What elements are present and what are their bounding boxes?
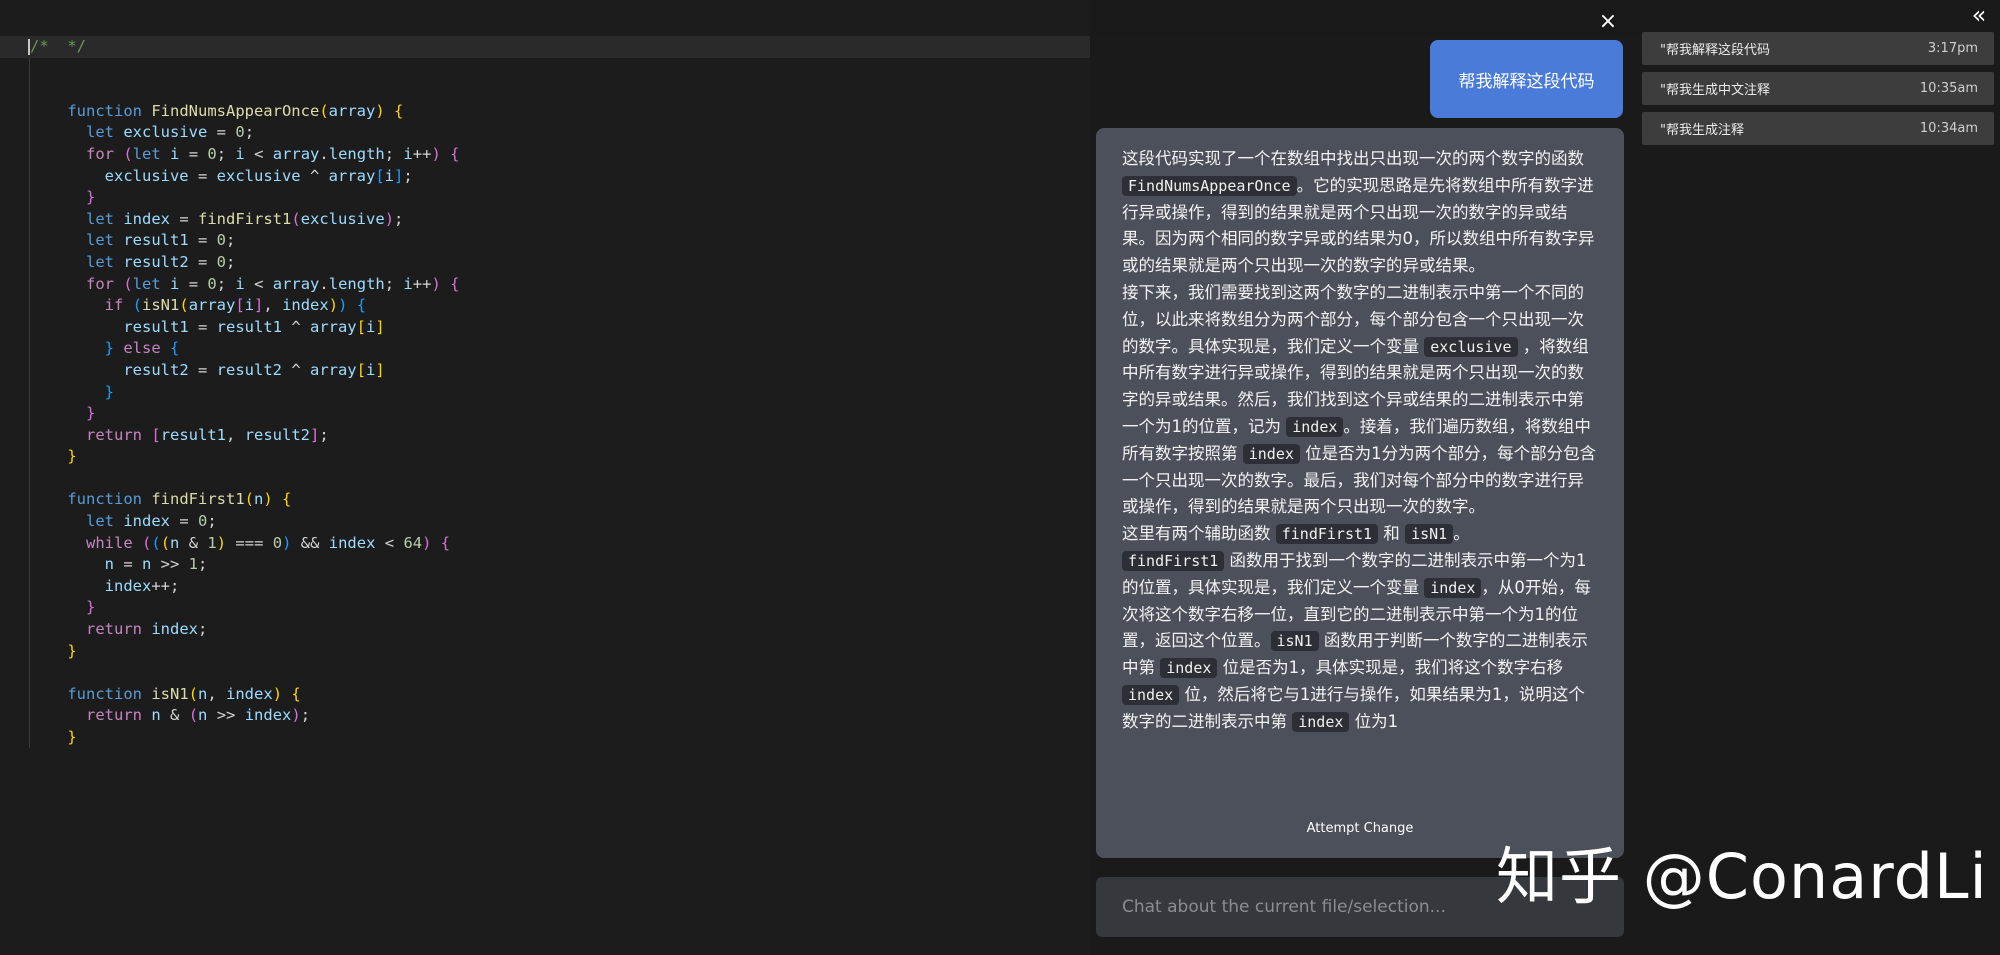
code-line[interactable]: for (let i = 0; i < array.length; i++) { (0, 274, 1090, 296)
history-item-label: "帮我解释这段代码 (1660, 43, 1770, 58)
code-line[interactable]: } (0, 446, 1090, 468)
code-line[interactable]: } else { (0, 338, 1090, 360)
code-line[interactable]: } (0, 187, 1090, 209)
code-line[interactable] (0, 662, 1090, 684)
code-line[interactable]: } (0, 641, 1090, 663)
inline-code: exclusive (1424, 336, 1518, 357)
history-item-time: 3:17pm (1927, 41, 1978, 56)
inline-code: isN1 (1405, 524, 1454, 545)
close-icon[interactable]: × (1596, 10, 1620, 34)
collapse-panel-icon[interactable]: « (1966, 2, 1992, 28)
code-line[interactable]: let index = findFirst1(exclusive); (0, 209, 1090, 231)
answer-text-run: 这段代码实现了一个在数组中找出只出现一次的两个数字的函数 (1122, 149, 1584, 168)
answer-text-run: 。 (1453, 524, 1470, 544)
code-line[interactable]: function isN1(n, index) { (0, 684, 1090, 706)
inline-code: findFirst1 (1275, 524, 1379, 545)
code-line[interactable]: } (0, 382, 1090, 404)
code-line[interactable]: result1 = result1 ^ array[i] (0, 317, 1090, 339)
answer-paragraph: 接下来，我们需要找到这两个数字的二进制表示中第一个不同的位，以此来将数组分为两个… (1122, 280, 1598, 521)
inline-code: index (1424, 577, 1482, 598)
inline-code: index (1242, 443, 1300, 464)
history-item-label: "帮我生成注释 (1660, 123, 1744, 138)
code-line[interactable]: if (isN1(array[i], index)) { (0, 295, 1090, 317)
code-line[interactable]: } (0, 727, 1090, 749)
history-item-time: 10:35am (1919, 81, 1978, 96)
answer-paragraph: 这段代码实现了一个在数组中找出只出现一次的两个数字的函数 FindNumsApp… (1122, 146, 1598, 280)
text-cursor (28, 39, 30, 55)
code-line[interactable]: index++; (0, 576, 1090, 598)
code-line[interactable]: let result1 = 0; (0, 230, 1090, 252)
code-line[interactable]: } (0, 597, 1090, 619)
code-line[interactable]: return index; (0, 619, 1090, 641)
code-line[interactable]: return [result1, result2]; (0, 425, 1090, 447)
answer-text-run: 位是否为1，具体实现是，我们将这个数字右移 (1217, 658, 1564, 678)
history-item[interactable]: "帮我生成中文注释 10:35am (1642, 72, 1994, 105)
inline-code: index (1160, 658, 1218, 679)
answer-paragraph: 这里有两个辅助函数 findFirst1 和 isN1。 (1122, 521, 1598, 548)
history-item-time: 10:34am (1919, 121, 1978, 136)
answer-paragraph: findFirst1 函数用于找到一个数字的二进制表示中第一个为1的位置，具体实… (1122, 548, 1598, 736)
code-line[interactable]: } (0, 403, 1090, 425)
inline-code: isN1 (1270, 631, 1319, 652)
answer-text: 这段代码实现了一个在数组中找出只出现一次的两个数字的函数 FindNumsApp… (1122, 146, 1598, 736)
inline-code: index (1122, 684, 1180, 705)
code-line[interactable] (0, 468, 1090, 490)
code-line[interactable]: for (let i = 0; i < array.length; i++) { (0, 144, 1090, 166)
comment: /* */ (30, 37, 86, 55)
chat-history-list: "帮我解释这段代码 3:17pm "帮我生成中文注释 10:35am "帮我生成注释 10… (1642, 32, 1994, 152)
code-line[interactable] (0, 58, 1090, 80)
code-line[interactable]: exclusive = exclusive ^ array[i]; (0, 166, 1090, 188)
code-line[interactable]: let result2 = 0; (0, 252, 1090, 274)
code-line[interactable]: /* */ (0, 36, 1090, 58)
code-line[interactable]: n = n >> 1; (0, 554, 1090, 576)
assistant-message: 这段代码实现了一个在数组中找出只出现一次的两个数字的函数 FindNumsApp… (1096, 128, 1624, 858)
code-line[interactable] (0, 79, 1090, 101)
code-line[interactable]: result2 = result2 ^ array[i] (0, 360, 1090, 382)
inline-code: FindNumsAppearOnce (1122, 175, 1297, 196)
code-editor[interactable]: /* */ function FindNumsAppearOnce(array)… (0, 0, 1090, 955)
inline-code: index (1286, 416, 1344, 437)
history-item[interactable]: "帮我解释这段代码 3:17pm (1642, 32, 1994, 65)
code-lines[interactable]: /* */ function FindNumsAppearOnce(array)… (0, 36, 1090, 749)
inline-code: index (1292, 711, 1350, 732)
history-item[interactable]: "帮我生成注释 10:34am (1642, 112, 1994, 145)
code-line[interactable]: function FindNumsAppearOnce(array) { (0, 101, 1090, 123)
answer-text-run: 这里有两个辅助函数 (1122, 524, 1276, 544)
code-line[interactable]: let exclusive = 0; (0, 122, 1090, 144)
answer-text-run: 位为1 (1349, 711, 1399, 731)
answer-text-run: 和 (1378, 524, 1406, 544)
history-item-label: "帮我生成中文注释 (1660, 83, 1770, 98)
code-line[interactable]: return n & (n >> index); (0, 705, 1090, 727)
user-message: 帮我解释这段代码 (1430, 40, 1623, 118)
inline-code: findFirst1 (1122, 550, 1225, 571)
watermark: 知乎 @ConardLi (1496, 840, 1988, 913)
code-line[interactable]: let index = 0; (0, 511, 1090, 533)
code-line[interactable]: function findFirst1(n) { (0, 489, 1090, 511)
code-line[interactable]: while (((n & 1) === 0) && index < 64) { (0, 533, 1090, 555)
